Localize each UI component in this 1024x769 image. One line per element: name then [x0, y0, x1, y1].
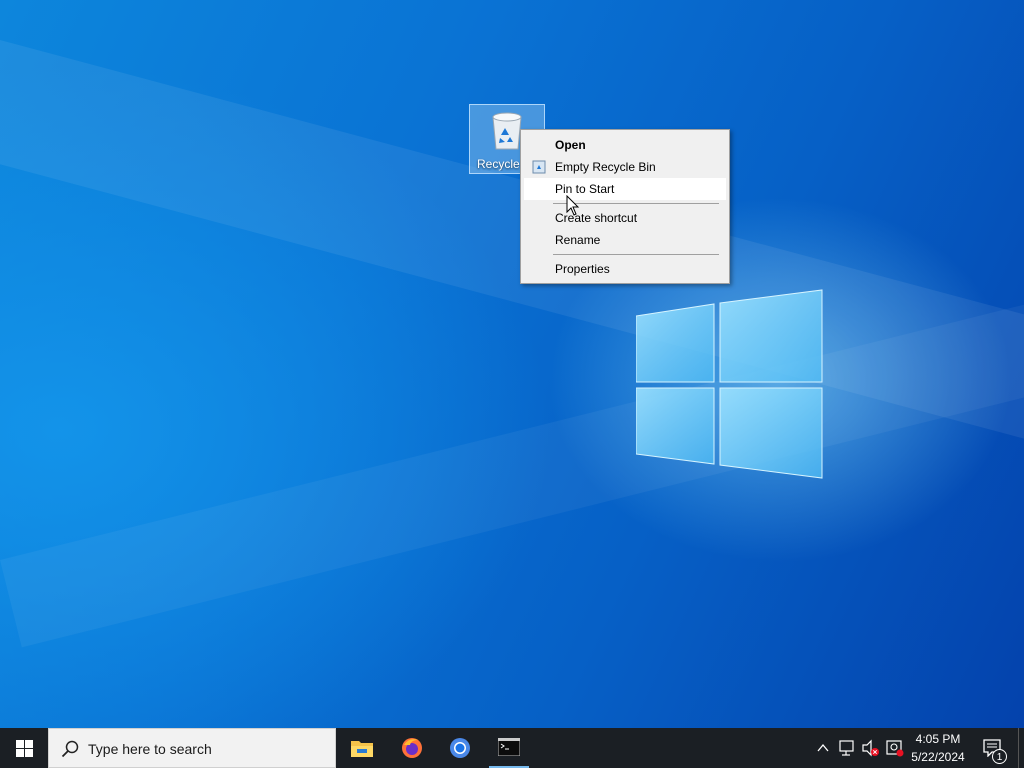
menu-item-label: Pin to Start [555, 182, 615, 196]
menu-item-label: Properties [555, 262, 610, 276]
menu-item-properties[interactable]: Properties [524, 258, 726, 280]
menu-item-pin-to-start[interactable]: Pin to Start [524, 178, 726, 200]
taskbar-terminal[interactable] [485, 728, 533, 768]
mouse-cursor-icon [566, 195, 580, 216]
network-icon[interactable] [838, 728, 856, 768]
context-menu: Open Empty Recycle Bin Pin to Start Crea… [520, 129, 730, 284]
clock-date: 5/22/2024 [911, 750, 965, 764]
chrome-icon [450, 738, 470, 758]
menu-item-create-shortcut[interactable]: Create shortcut [524, 207, 726, 229]
menu-item-empty-recycle-bin[interactable]: Empty Recycle Bin [524, 156, 726, 178]
desktop[interactable]: Recycle Bin Open Empty Recycle Bin Pin t… [0, 0, 1024, 728]
search-box[interactable]: Type here to search [48, 728, 336, 768]
taskbar-firefox[interactable] [388, 728, 436, 768]
menu-item-label: Rename [555, 233, 601, 247]
windows-start-icon [16, 740, 33, 757]
windows-logo [636, 289, 823, 479]
menu-item-rename[interactable]: Rename [524, 229, 726, 251]
search-icon [61, 740, 79, 758]
chevron-up-icon[interactable] [815, 728, 831, 768]
show-desktop-button[interactable] [1018, 728, 1024, 768]
search-placeholder: Type here to search [88, 741, 212, 757]
menu-item-open[interactable]: Open [524, 134, 726, 156]
clock[interactable]: 4:05 PM 5/22/2024 [905, 728, 971, 768]
volume-muted-icon[interactable] [861, 728, 881, 768]
menu-item-label: Open [555, 138, 586, 152]
start-button[interactable] [0, 728, 48, 768]
light-beam [0, 293, 1024, 648]
file-explorer-icon [351, 741, 373, 757]
taskbar-file-explorer[interactable] [338, 728, 386, 768]
firefox-icon [402, 738, 422, 758]
notification-count-badge: 1 [992, 749, 1007, 764]
notifications-button[interactable]: 1 [978, 728, 1008, 768]
taskbar-chrome[interactable] [436, 728, 484, 768]
terminal-icon [498, 738, 520, 756]
menu-separator [553, 254, 719, 255]
taskbar: Type here to search 4:05 PM 5/22/2024 1 [0, 728, 1024, 768]
clock-time: 4:05 PM [915, 732, 961, 746]
recycle-bin-small-icon [532, 160, 546, 174]
menu-item-label: Empty Recycle Bin [555, 160, 656, 174]
battery-icon[interactable] [885, 728, 905, 768]
